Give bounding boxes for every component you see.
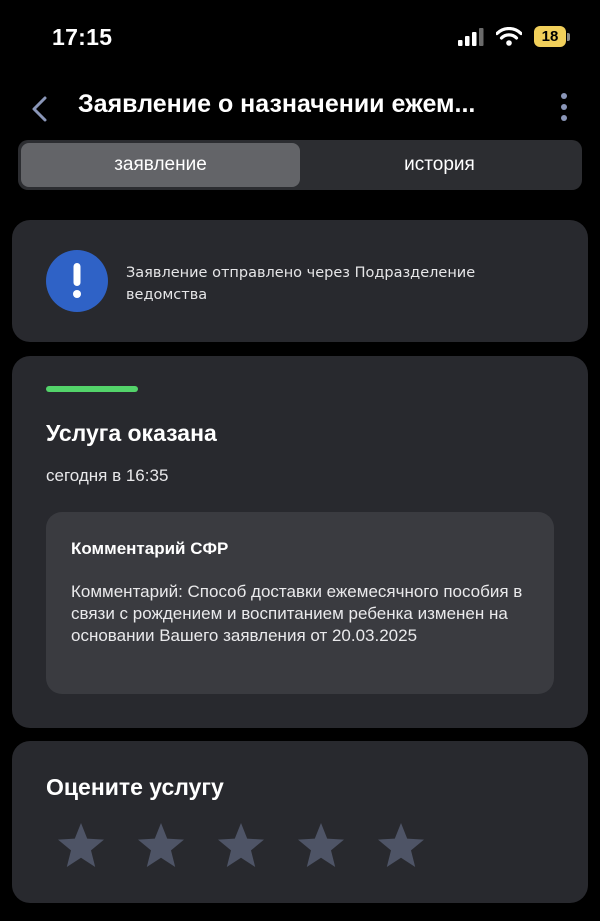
battery-cap [567,32,570,41]
star-rating [56,821,426,871]
star-1-icon[interactable] [56,821,106,871]
page-title: Заявление о назначении ежем... [78,90,476,118]
tab-bar: заявление история [18,140,582,190]
back-button[interactable] [24,92,58,126]
notice-text: Заявление отправлено через Подразделение… [126,265,476,303]
rating-card: Оцените услугу [12,741,588,903]
status-bar: 17:15 18 [0,0,600,76]
comment-title: Комментарий СФР [71,539,229,558]
more-vertical-icon [561,93,567,121]
exclamation-icon [73,263,81,298]
comment-box: Комментарий СФР Комментарий: Способ дост… [46,512,554,694]
battery-level: 18 [534,26,566,47]
star-2-icon[interactable] [136,821,186,871]
status-time: сегодня в 16:35 [46,466,169,485]
wifi-icon [496,27,522,46]
chevron-left-icon [32,96,47,122]
clock: 17:15 [52,24,113,50]
nav-bar: Заявление о назначении ежем... [0,76,600,138]
star-4-icon[interactable] [296,821,346,871]
star-5-icon[interactable] [376,821,426,871]
status-title: Услуга оказана [46,420,217,446]
notice-card: Заявление отправлено через Подразделение… [12,220,588,342]
rating-title: Оцените услугу [46,774,224,800]
tab-application[interactable]: заявление [21,143,300,187]
alert-badge [46,250,108,312]
tab-history[interactable]: история [300,143,579,187]
status-icons: 18 [458,26,570,47]
battery-icon: 18 [534,26,570,47]
status-card: Услуга оказана сегодня в 16:35 Комментар… [12,356,588,728]
comment-text: Комментарий: Способ доставки ежемесячног… [71,582,523,645]
app-screen: 17:15 18 Заявление о назначении ежем... … [0,0,600,921]
status-indicator [46,386,138,392]
more-options-button[interactable] [552,92,576,122]
signal-icon [458,27,484,46]
star-3-icon[interactable] [216,821,266,871]
